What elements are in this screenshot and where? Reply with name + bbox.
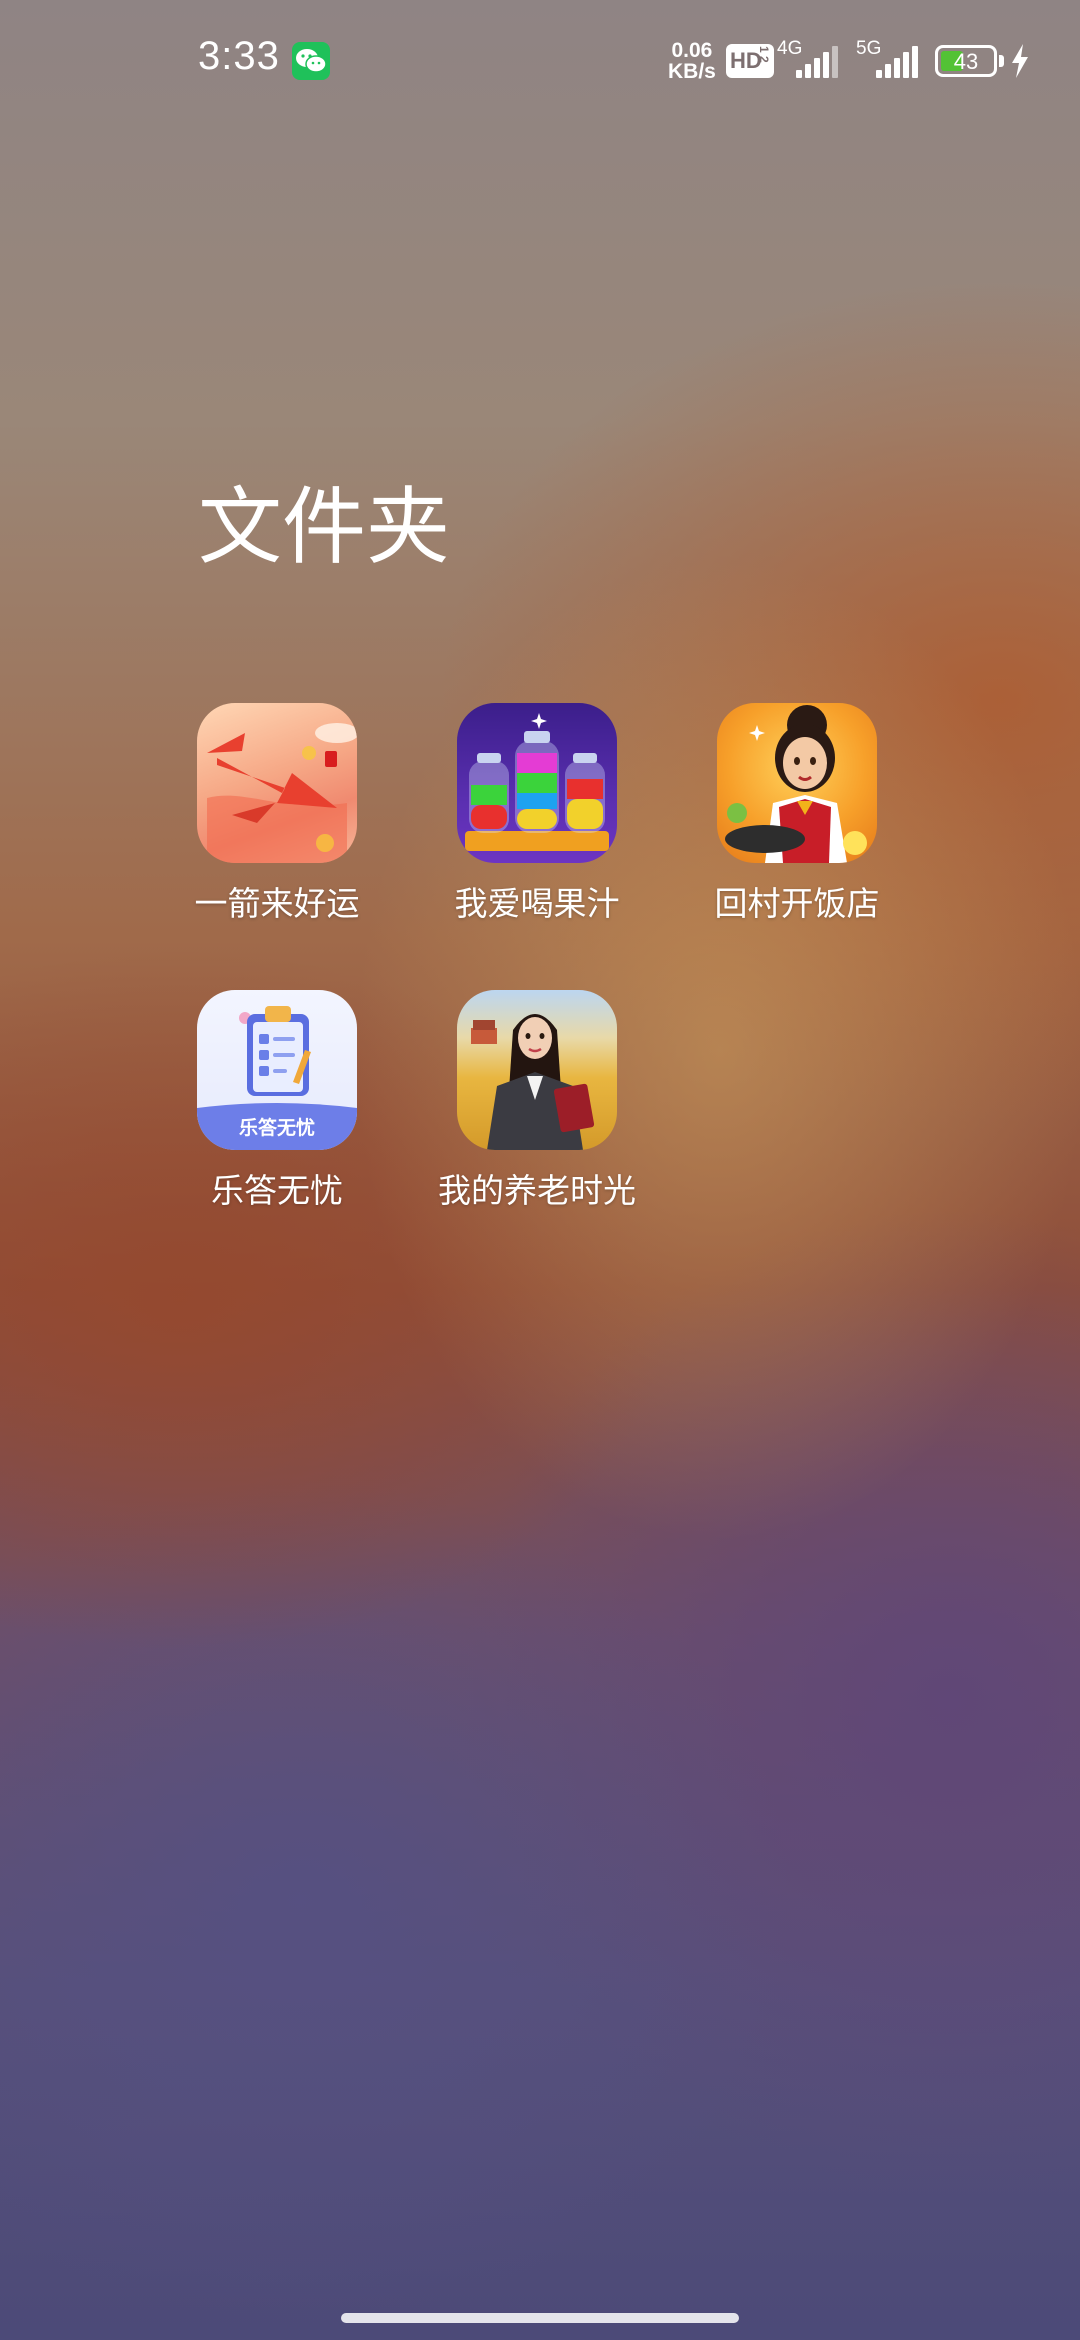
hd-voice-badge: HD 1 2 <box>726 44 774 78</box>
app-label: 我爱喝果汁 <box>454 884 620 923</box>
app-label: 一箭来好运 <box>194 884 360 923</box>
quiz-clipboard-icon: 乐答无忧 <box>197 990 357 1150</box>
clock: 3:33 <box>198 34 280 78</box>
app-wode-yanglao-shiguang[interactable]: 我的养老时光 <box>437 990 637 1212</box>
status-bar: 3:33 0.06 KB/s HD 1 2 4G 5G 43 <box>0 0 1080 120</box>
hd-sub: 1 2 <box>757 46 771 63</box>
businesswoman-icon <box>457 990 617 1150</box>
wechat-notification-icon <box>292 42 330 80</box>
app-huicun-kaifandian[interactable]: 回村开饭店 <box>697 703 897 925</box>
charging-bolt-icon <box>1012 44 1028 78</box>
signal-1-bars-icon <box>796 44 842 78</box>
battery-cap <box>999 55 1004 67</box>
app-label: 回村开饭店 <box>714 884 880 923</box>
icon-caption: 乐答无忧 <box>238 1117 315 1139</box>
app-label: 乐答无忧 <box>211 1171 343 1210</box>
juice-bottles-icon <box>457 703 617 863</box>
signal-2-bars-icon <box>876 44 922 78</box>
network-speed-value: 0.06 <box>671 39 713 62</box>
network-speed-unit: KB/s <box>668 60 716 83</box>
home-indicator[interactable] <box>341 2313 739 2323</box>
app-label: 我的养老时光 <box>438 1171 636 1210</box>
folder-title[interactable]: 文件夹 <box>198 460 450 581</box>
app-leda-wuyou[interactable]: 乐答无忧 乐答无忧 <box>177 990 377 1212</box>
battery-icon: 43 <box>935 45 997 77</box>
chef-girl-icon <box>717 703 877 863</box>
network-speed: 0.06 KB/s <box>668 40 716 82</box>
arrow-luck-icon <box>197 703 357 863</box>
app-yijian-laihaoyun[interactable]: 一箭来好运 <box>177 703 377 925</box>
app-woai-heguozhi[interactable]: 我爱喝果汁 <box>437 703 637 925</box>
battery-level: 43 <box>953 49 979 74</box>
